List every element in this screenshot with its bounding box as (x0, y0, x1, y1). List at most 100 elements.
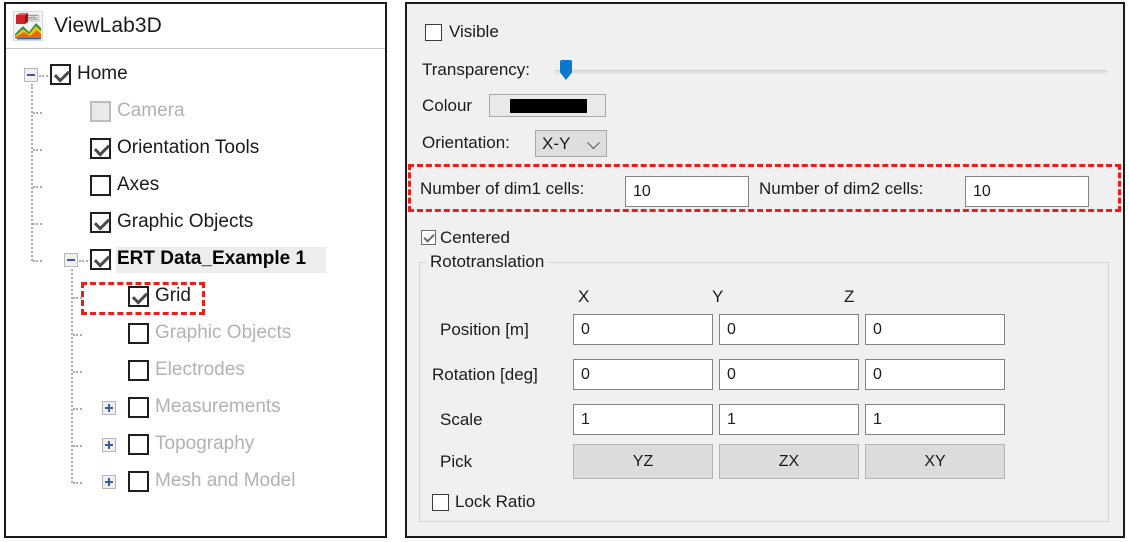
tree-row[interactable]: Mesh and Model (6, 465, 385, 499)
tree-item-label: Mesh and Model (155, 470, 296, 491)
tree-connector-line (73, 371, 82, 373)
centered-checkbox[interactable] (421, 230, 436, 245)
visible-checkbox[interactable] (425, 24, 442, 41)
tree-item-checkbox[interactable] (128, 360, 149, 381)
position-y-input[interactable]: 0 (719, 314, 859, 345)
tree-item-checkbox[interactable] (90, 212, 111, 233)
expand-icon[interactable] (102, 475, 116, 489)
rotation-x-input[interactable]: 0 (573, 359, 713, 390)
tree-item-checkbox[interactable] (50, 64, 71, 85)
colour-label: Colour (422, 96, 473, 115)
tree-connector-line (73, 482, 82, 484)
visible-label: Visible (449, 22, 499, 41)
transparency-label: Transparency: (422, 60, 531, 79)
position-z-input[interactable]: 0 (865, 314, 1005, 345)
colour-swatch-chip (510, 99, 587, 113)
lock-ratio-label: Lock Ratio (455, 492, 536, 511)
tree-item-label: Graphic Objects (155, 322, 292, 343)
tree-row[interactable]: Grid (6, 280, 385, 314)
dim1-label: Number of dim1 cells: (420, 179, 585, 198)
tree-row[interactable]: Graphic Objects (6, 317, 385, 351)
lock-ratio-checkbox[interactable] (432, 494, 449, 511)
tree-item-checkbox[interactable] (128, 397, 149, 418)
rototranslation-group (419, 262, 1109, 522)
tree-connector-line (31, 84, 33, 261)
tree-row[interactable]: Graphic Objects (6, 206, 385, 240)
tree-connector-line (39, 75, 48, 77)
orientation-label: Orientation: (422, 133, 510, 152)
tree-row[interactable]: Home (6, 58, 385, 92)
scale-y-input[interactable]: 1 (719, 404, 859, 435)
tree-item-label: Topography (155, 433, 255, 454)
scale-row-label: Scale (440, 410, 483, 429)
expand-icon[interactable] (102, 401, 116, 415)
tree-connector-line (33, 112, 42, 114)
scale-z-input[interactable]: 1 (865, 404, 1005, 435)
tree-item-label: Graphic Objects (117, 211, 254, 232)
position-row-label: Position [m] (440, 320, 529, 339)
scene-tree[interactable]: Home Camera Orientation Tools Axes Graphic O… (6, 50, 385, 536)
app-header: ViewLab3D (6, 4, 385, 49)
pick-zx-button[interactable]: ZX (719, 444, 859, 479)
dim2-label: Number of dim2 cells: (759, 179, 924, 198)
tree-item-checkbox[interactable] (128, 323, 149, 344)
transparency-slider-handle[interactable] (560, 60, 572, 80)
scale-x-input[interactable]: 1 (573, 404, 713, 435)
tree-connector-line (73, 408, 82, 410)
viewlab3d-app-icon (13, 11, 43, 41)
tree-connector-line (79, 260, 88, 262)
app-title: ViewLab3D (54, 14, 162, 37)
tree-item-label: Home (77, 63, 128, 84)
tree-row[interactable]: Electrodes (6, 354, 385, 388)
tree-item-label: Measurements (155, 396, 281, 417)
pick-yz-button[interactable]: YZ (573, 444, 713, 479)
pick-row-label: Pick (440, 452, 473, 471)
tree-item-checkbox[interactable] (90, 249, 111, 270)
tree-connector-line (73, 334, 82, 336)
tree-connector-line (73, 297, 82, 299)
properties-panel: Visible Transparency: Colour Orientation… (405, 2, 1125, 538)
application-window: ViewLab3D Home Camera Orientation Tools Axe… (0, 0, 1129, 542)
tree-row[interactable]: Topography (6, 428, 385, 462)
orientation-dropdown[interactable]: X-Y (535, 130, 607, 157)
rotation-row-label: Rotation [deg] (432, 365, 538, 384)
rotation-z-input[interactable]: 0 (865, 359, 1005, 390)
tree-connector-line (33, 149, 42, 151)
tree-connector-line (73, 445, 82, 447)
collapse-icon[interactable] (24, 68, 38, 82)
column-header-z: Z (844, 287, 855, 306)
tree-row[interactable]: Camera (6, 95, 385, 129)
tree-connector-line (33, 260, 42, 262)
tree-row[interactable]: ERT Data_Example 1 (6, 243, 385, 277)
chevron-down-icon (587, 135, 600, 149)
tree-item-label: ERT Data_Example 1 (117, 248, 307, 269)
column-header-x: X (578, 287, 590, 306)
tree-item-label: Axes (117, 174, 160, 195)
colour-swatch-button[interactable] (489, 94, 606, 117)
column-header-y: Y (712, 287, 724, 306)
tree-row[interactable]: Measurements (6, 391, 385, 425)
dim2-input[interactable]: 10 (965, 176, 1089, 207)
position-x-input[interactable]: 0 (573, 314, 713, 345)
tree-item-label: Orientation Tools (117, 137, 260, 158)
rototranslation-title: Rototranslation (426, 252, 549, 272)
collapse-icon[interactable] (64, 253, 78, 267)
tree-row[interactable]: Axes (6, 169, 385, 203)
dim1-input[interactable]: 10 (625, 176, 749, 207)
tree-item-checkbox[interactable] (128, 434, 149, 455)
transparency-slider-track[interactable] (555, 70, 1107, 74)
tree-item-checkbox[interactable] (128, 471, 149, 492)
pick-xy-button[interactable]: XY (865, 444, 1005, 479)
tree-row[interactable]: Orientation Tools (6, 132, 385, 166)
tree-item-checkbox[interactable] (90, 138, 111, 159)
tree-item-label: Electrodes (155, 359, 245, 380)
orientation-value: X-Y (542, 133, 571, 153)
tree-item-checkbox[interactable] (128, 286, 149, 307)
tree-connector-line (33, 223, 42, 225)
scene-tree-panel: ViewLab3D Home Camera Orientation Tools Axe… (4, 2, 387, 538)
tree-item-checkbox[interactable] (90, 175, 111, 196)
tree-connector-line (33, 186, 42, 188)
tree-item-checkbox[interactable] (90, 101, 111, 122)
expand-icon[interactable] (102, 438, 116, 452)
rotation-y-input[interactable]: 0 (719, 359, 859, 390)
